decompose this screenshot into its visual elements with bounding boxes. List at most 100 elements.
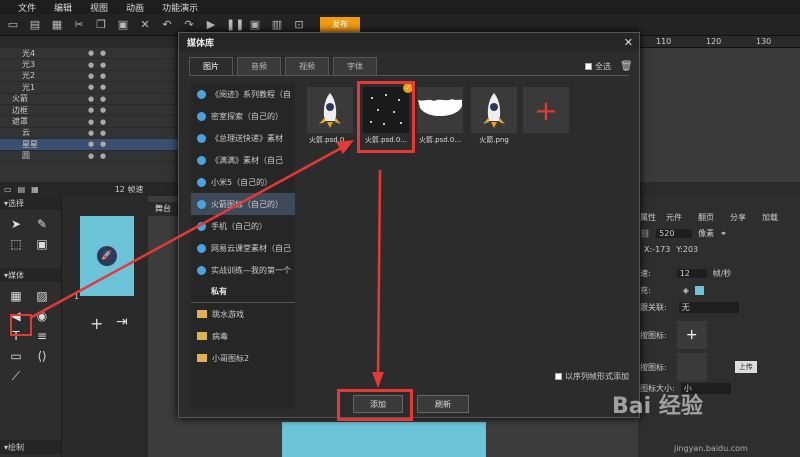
save-icon[interactable]: ▦ bbox=[50, 18, 64, 31]
select-all-checkbox[interactable] bbox=[585, 63, 592, 70]
pause-icon[interactable]: ❚❚ bbox=[226, 18, 244, 31]
undo-icon[interactable]: ↶ bbox=[160, 18, 174, 31]
html5-icon[interactable]: ⊡ bbox=[292, 18, 306, 31]
eye-icon[interactable]: ● bbox=[88, 49, 94, 57]
width-input[interactable]: 520 bbox=[656, 229, 693, 238]
section-media[interactable]: ▾ 媒体 bbox=[0, 268, 61, 282]
paste-icon[interactable]: ▣ bbox=[116, 18, 130, 31]
redo-icon[interactable]: ↷ bbox=[182, 18, 196, 31]
tab-video[interactable]: 视频 bbox=[285, 57, 329, 75]
menu-edit[interactable]: 编辑 bbox=[54, 1, 72, 14]
lock-icon[interactable]: ● bbox=[100, 152, 106, 160]
eye-icon[interactable]: ● bbox=[88, 129, 94, 137]
menu-animation[interactable]: 动画 bbox=[126, 1, 144, 14]
media-thumbnail[interactable] bbox=[471, 87, 517, 133]
icon-slot[interactable] bbox=[676, 353, 707, 381]
menu-file[interactable]: 文件 bbox=[18, 1, 36, 14]
section-select[interactable]: ▾ 选择 bbox=[0, 196, 61, 210]
publish-button[interactable]: 发布 bbox=[320, 17, 360, 32]
tab-images[interactable]: 图片 bbox=[189, 57, 233, 75]
frame-thumbnail[interactable]: 🚀 bbox=[80, 216, 134, 296]
paragraph-icon[interactable]: ≡ bbox=[34, 328, 50, 344]
lock-icon[interactable]: ● bbox=[100, 106, 106, 114]
copy-icon[interactable]: ❐ bbox=[94, 18, 108, 31]
props-tab[interactable]: 加载 bbox=[756, 212, 788, 226]
eye-icon[interactable]: ● bbox=[88, 95, 94, 103]
section-draw[interactable]: ▾ 绘制 bbox=[0, 440, 61, 454]
folder-item[interactable]: 病毒 bbox=[191, 325, 295, 347]
lock-icon[interactable]: ⛓ bbox=[640, 229, 650, 238]
eye-icon[interactable]: ● bbox=[88, 61, 94, 69]
delete-icon[interactable]: ✕ bbox=[138, 18, 152, 31]
media-thumbnail[interactable] bbox=[417, 87, 463, 133]
category-item[interactable]: 手机（自己的） bbox=[191, 215, 295, 237]
category-item[interactable]: 《总理送快递》素材 bbox=[191, 127, 295, 149]
sequence-option[interactable]: 以序列帧形式添加 bbox=[555, 371, 629, 382]
media-library-icon[interactable]: ▦ bbox=[8, 288, 24, 304]
lock-icon[interactable]: ● bbox=[100, 129, 106, 137]
layer-row[interactable]: 边框 ● ● bbox=[0, 105, 180, 117]
props-tab[interactable]: 翻页 bbox=[692, 212, 724, 226]
layer-row[interactable]: 光2 ● ● bbox=[0, 71, 180, 83]
eye-icon[interactable]: ● bbox=[88, 72, 94, 80]
lock-icon[interactable]: ● bbox=[100, 95, 106, 103]
play-icon[interactable]: ▶ bbox=[204, 18, 218, 31]
lock-icon[interactable]: ● bbox=[100, 83, 106, 91]
arrow-tool-icon[interactable]: ➤ bbox=[8, 216, 24, 232]
bucket-icon[interactable]: ◈ bbox=[683, 286, 689, 295]
category-item[interactable]: 《满满》素材（自己 bbox=[191, 149, 295, 171]
upload-button[interactable]: 上传 bbox=[734, 361, 757, 373]
layer-row[interactable]: 火箭 ● ● bbox=[0, 94, 180, 105]
folder-icon[interactable]: ▤ bbox=[18, 185, 26, 194]
open-file-icon[interactable]: ▤ bbox=[28, 18, 42, 31]
layer-row[interactable]: 圆 ● ● bbox=[0, 151, 180, 162]
add-icon-button[interactable]: + bbox=[676, 321, 707, 349]
lock-icon[interactable]: ● bbox=[100, 140, 106, 148]
eye-icon[interactable]: ● bbox=[88, 140, 94, 148]
category-item[interactable]: 密室探索（自己的） bbox=[191, 105, 295, 127]
refresh-button[interactable]: 刷新 bbox=[417, 395, 469, 413]
export-icon[interactable]: ▥ bbox=[270, 18, 284, 31]
layer-row[interactable]: 云 ● ● bbox=[0, 128, 180, 140]
folder-item[interactable]: 小哥图标2 bbox=[191, 347, 295, 369]
link-icon[interactable]: ⚭ bbox=[720, 229, 727, 238]
fill-swatch[interactable] bbox=[694, 286, 704, 295]
layer-row[interactable]: 光1 ● ● bbox=[0, 82, 180, 94]
eye-icon[interactable]: ● bbox=[88, 118, 94, 126]
lock-icon[interactable]: ● bbox=[100, 61, 106, 69]
chart-icon[interactable]: ⟋ bbox=[8, 368, 24, 384]
stage-canvas[interactable] bbox=[282, 422, 486, 457]
menu-view[interactable]: 视图 bbox=[90, 1, 108, 14]
new-file-icon[interactable]: ▭ bbox=[6, 18, 20, 31]
media-thumbnail[interactable] bbox=[307, 87, 353, 133]
select-all[interactable]: 全选 🗑 bbox=[585, 61, 633, 72]
link-select[interactable]: 无 bbox=[678, 302, 739, 313]
crop-tool-icon[interactable]: ▣ bbox=[34, 236, 50, 252]
delete-layer-icon[interactable]: ▦ bbox=[31, 185, 39, 194]
code-icon[interactable]: ⟨⟩ bbox=[34, 348, 50, 364]
add-frame-icon[interactable]: + bbox=[90, 314, 103, 333]
preview-icon[interactable]: ▣ bbox=[248, 18, 262, 31]
eye-icon[interactable]: ● bbox=[88, 106, 94, 114]
tab-fonts[interactable]: 字体 bbox=[333, 57, 377, 75]
cut-icon[interactable]: ✂ bbox=[72, 18, 86, 31]
video-icon[interactable]: ◉ bbox=[34, 308, 50, 324]
add-layer-icon[interactable]: ▭ bbox=[4, 185, 12, 194]
tab-audio[interactable]: 音频 bbox=[237, 57, 281, 75]
category-item-selected[interactable]: 火箭图标（自己的） bbox=[191, 193, 295, 215]
props-tab[interactable]: 元件 bbox=[660, 212, 692, 226]
category-item[interactable]: 《阅迹》系列教程（自 bbox=[191, 83, 295, 105]
close-icon[interactable]: ✕ bbox=[624, 36, 633, 49]
trash-icon[interactable]: 🗑 bbox=[620, 61, 633, 72]
menu-demo[interactable]: 功能演示 bbox=[162, 1, 198, 14]
lock-icon[interactable]: ● bbox=[100, 49, 106, 57]
transform-tool-icon[interactable]: ⬚ bbox=[8, 236, 24, 252]
layer-row[interactable]: 光3 ● ● bbox=[0, 59, 180, 71]
image-icon[interactable]: ▨ bbox=[34, 288, 50, 304]
eye-icon[interactable]: ● bbox=[88, 152, 94, 160]
layer-row[interactable]: 光4 ● ● bbox=[0, 48, 180, 60]
props-tab[interactable]: 属性 bbox=[638, 212, 660, 226]
stage-tab[interactable]: 舞台 bbox=[148, 202, 178, 216]
sequence-checkbox[interactable] bbox=[555, 373, 562, 380]
rect-icon[interactable]: ▭ bbox=[8, 348, 24, 364]
